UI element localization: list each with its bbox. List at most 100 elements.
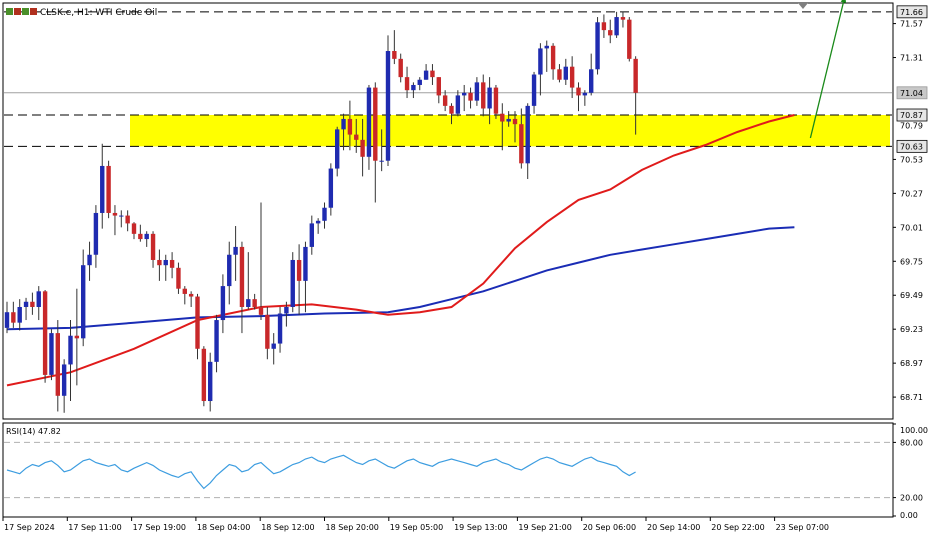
x-tick-label: 17 Sep 11:00 [68,523,121,532]
candle-body [284,306,289,314]
candle-body [493,87,499,114]
y-tick-label: 70.53 [900,155,923,164]
candle-body [436,77,441,96]
rsi-label: RSI(14) 47.82 [6,427,61,436]
candle-body [17,306,22,323]
candle-body [608,30,613,36]
candle [627,17,632,62]
candle-body [138,233,143,240]
candle-body [30,301,35,307]
candle-body [589,69,594,93]
candle-body [366,87,372,157]
price-axis: 71.57 71.31 70.53 70.27 70.01 69.75 69.49 69.23… [893,20,923,402]
candle-body [563,66,568,80]
candle-body [385,51,391,161]
candle-body [404,77,410,91]
candle-body [290,259,295,307]
candle-body [481,82,486,109]
candle-body [417,79,422,85]
candle-body [246,299,251,307]
candle-body [347,118,353,135]
candle-body [265,314,270,349]
candle-body [582,92,588,96]
candle-body [468,92,473,101]
candle-body [550,45,556,70]
candle-body [354,134,359,140]
candle [201,346,207,407]
candle-body [100,165,105,213]
candle-body [227,254,232,287]
candle-body [106,165,111,213]
candle [49,329,54,381]
candle-body [531,74,537,106]
x-tick-label: 18 Sep 12:00 [261,523,314,532]
y-tick-label: 69.23 [900,325,923,334]
candle-body [61,364,67,396]
candle-body [271,343,276,349]
candle-body [544,45,549,49]
candle-body [335,129,340,169]
candle-body [576,87,581,96]
x-tick-label: 17 Sep 19:00 [133,523,186,532]
candle-body [112,212,118,216]
candle-body [601,22,607,31]
candle-body [449,105,454,114]
candle [385,35,391,166]
candle-body [144,233,149,240]
y-tick-label: 68.97 [900,359,923,368]
symbol-title: CLSK.e, H1: WTI Crude Oil [40,8,157,18]
y-tick-label: 68.71 [900,393,923,402]
candle-body [392,51,397,59]
candle-body [169,259,175,268]
candle-body [11,312,16,323]
candle-body [74,335,80,339]
candle-body [220,286,226,321]
candle-body [309,223,314,247]
candle-body [620,17,626,20]
y-tick-label: 70.27 [900,189,923,198]
candle-body [442,95,448,106]
price-tag-label: 70.79 [900,121,923,130]
candle-body [4,312,10,328]
candle-body [411,84,416,91]
candle-body [296,259,302,281]
candle-body [462,92,467,96]
candle-body [49,333,54,375]
candle-body [163,259,168,266]
candle-body [487,87,492,109]
candle-body [423,70,429,80]
candle-body [322,207,327,221]
candle-body [525,105,530,164]
time-axis: 17 Sep 2024 17 Sep 11:00 17 Sep 19:00 18 Se… [2,517,829,532]
candle-body [328,168,334,208]
price-tag-label: 70.87 [900,111,923,120]
candle [290,252,295,313]
candle-body [379,160,384,162]
candle-body [131,223,137,234]
candle-body [277,313,283,344]
candle [595,17,600,75]
x-tick-label: 19 Sep 05:00 [390,523,443,532]
y-tick-label: 69.49 [900,291,923,300]
candle-body [81,265,86,339]
candle-body [519,124,524,164]
candle-body [195,296,200,349]
x-tick-label: 20 Sep 06:00 [583,523,636,532]
price-tag-label: 71.04 [900,89,923,98]
main-plot-frame [2,2,894,420]
candle-body [214,320,219,362]
rsi-tick-label: 100.00 [900,426,928,435]
candle-body [315,220,321,224]
candle [106,160,111,219]
candle-body [506,118,511,122]
candle-body [119,215,124,217]
candle-body [176,267,181,289]
y-tick-label: 70.01 [900,223,923,232]
x-tick-label: 18 Sep 20:00 [326,523,379,532]
candle-body [36,291,41,307]
x-tick-label: 19 Sep 21:00 [518,523,571,532]
candle [42,290,48,383]
candle-body [23,301,29,307]
candle-body [157,259,162,266]
candle-body [360,139,365,157]
